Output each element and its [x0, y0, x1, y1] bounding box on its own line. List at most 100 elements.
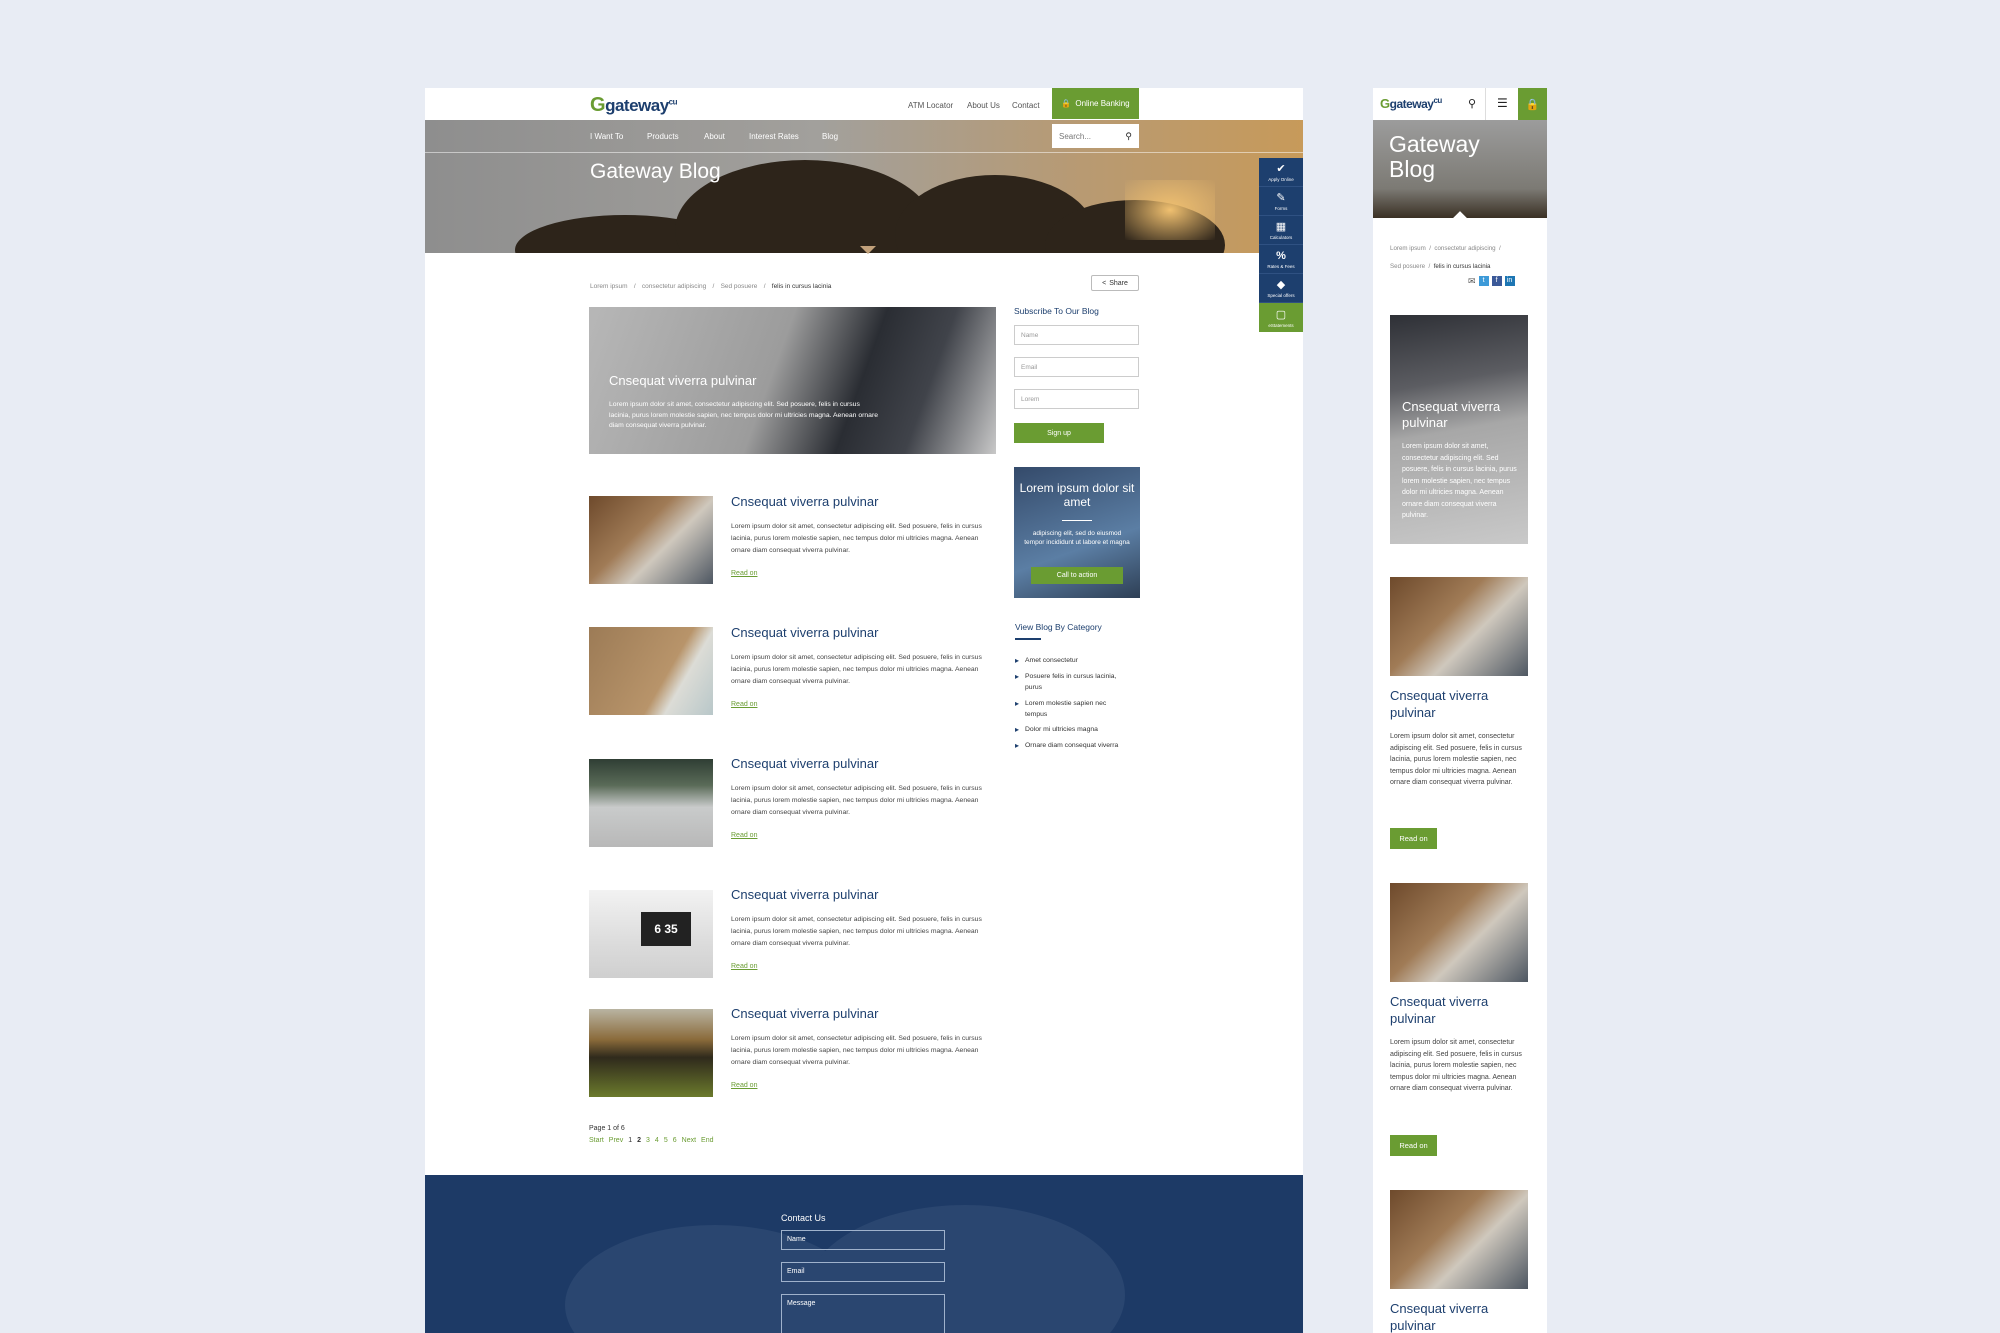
breadcrumb-current: felis in cursus lacinia: [771, 283, 832, 290]
search-icon[interactable]: ⚲: [1468, 97, 1476, 110]
page-start[interactable]: Start: [589, 1137, 604, 1144]
hero-notch: [860, 246, 876, 254]
post-description: Lorem ipsum dolor sit amet, consectetur …: [731, 785, 982, 816]
post-thumbnail[interactable]: [1390, 883, 1528, 982]
read-on-button[interactable]: Read on: [1390, 1135, 1437, 1156]
post-title[interactable]: Cnsequat viverra pulvinar: [1390, 688, 1528, 722]
nav-interest-rates[interactable]: Interest Rates: [749, 132, 799, 141]
page-title: Gateway Blog: [590, 160, 721, 183]
about-us-link[interactable]: About Us: [967, 101, 1000, 110]
read-on-button[interactable]: Read on: [1390, 828, 1437, 849]
post-thumbnail[interactable]: [589, 1009, 713, 1097]
contact-link[interactable]: Contact: [1012, 101, 1040, 110]
nav-products[interactable]: Products: [647, 132, 679, 141]
breadcrumb-item[interactable]: Lorem ipsum: [1390, 245, 1426, 252]
search-icon[interactable]: ⚲: [1125, 131, 1132, 142]
read-on-link[interactable]: Read on: [731, 1082, 757, 1089]
atm-locator-link[interactable]: ATM Locator: [908, 101, 953, 110]
post-thumbnail[interactable]: [589, 627, 713, 715]
breadcrumb-separator: /: [761, 283, 768, 290]
call-to-action-button[interactable]: Call to action: [1031, 567, 1123, 584]
category-item[interactable]: ▸ Lorem molestie sapien nec tempus: [1015, 699, 1130, 721]
category-item[interactable]: ▸ Posuere felis in cursus lacinia, purus: [1015, 672, 1130, 694]
category-item[interactable]: ▸ Dolor mi ultricies magna: [1015, 725, 1130, 736]
breadcrumb-item[interactable]: consectetur adipiscing: [1434, 245, 1495, 252]
linkedin-icon[interactable]: in: [1504, 276, 1515, 286]
footer-email-field[interactable]: Email: [781, 1262, 945, 1282]
page-2[interactable]: 2: [637, 1137, 641, 1144]
special-offers-button[interactable]: ◆ Special offers: [1259, 274, 1303, 303]
page-1[interactable]: 1: [628, 1137, 632, 1144]
logo[interactable]: Ggatewaycu: [590, 94, 678, 117]
category-item[interactable]: ▸ Ornare diam consequat viverra: [1015, 741, 1130, 752]
post-thumbnail[interactable]: [589, 496, 713, 584]
apply-online-button[interactable]: ✔ Apply Online: [1259, 158, 1303, 187]
facebook-icon[interactable]: f: [1491, 276, 1502, 286]
read-on-link[interactable]: Read on: [731, 963, 757, 970]
search-input[interactable]: Search... ⚲: [1052, 124, 1139, 148]
post-thumbnail[interactable]: [1390, 577, 1528, 676]
read-on-link[interactable]: Read on: [731, 832, 757, 839]
name-field[interactable]: Name: [1014, 325, 1139, 345]
estatements-button[interactable]: ▢ eStatements: [1259, 303, 1303, 332]
breadcrumb-item[interactable]: Sed posuere: [1390, 263, 1425, 270]
post-title[interactable]: Cnsequat viverra pulvinar: [731, 625, 878, 640]
online-banking-button[interactable]: 🔒 Online Banking: [1052, 88, 1139, 119]
page-next[interactable]: Next: [682, 1137, 696, 1144]
post-thumbnail[interactable]: [1390, 1190, 1528, 1289]
breadcrumb-item[interactable]: Sed posuere: [721, 283, 758, 290]
featured-post[interactable]: Cnsequat viverra pulvinar Lorem ipsum do…: [589, 307, 996, 454]
post-thumbnail[interactable]: [589, 759, 713, 847]
category-underline: [1015, 638, 1041, 640]
lorem-field[interactable]: Lorem: [1014, 389, 1139, 409]
footer-message-field[interactable]: Message: [781, 1294, 945, 1333]
breadcrumb-separator: /: [1425, 263, 1434, 270]
post-title[interactable]: Cnsequat viverra pulvinar: [731, 887, 878, 902]
mobile-logo[interactable]: Ggatewaycu: [1380, 96, 1442, 111]
page-6[interactable]: 6: [673, 1137, 677, 1144]
read-on-link[interactable]: Read on: [731, 570, 757, 577]
cta-title: Lorem ipsum dolor sit amet: [1019, 481, 1135, 510]
estatements-label: eStatements: [1268, 322, 1294, 328]
megaphone-icon: ▸: [1015, 725, 1020, 735]
post-title[interactable]: Cnsequat viverra pulvinar: [1390, 994, 1528, 1028]
page-end[interactable]: End: [701, 1137, 713, 1144]
nav-about[interactable]: About: [704, 132, 725, 141]
footer-title: Contact Us: [781, 1213, 826, 1223]
page-prev[interactable]: Prev: [609, 1137, 623, 1144]
share-button[interactable]: < Share: [1091, 275, 1139, 291]
forms-button[interactable]: ✎ Forms: [1259, 187, 1303, 216]
post-title[interactable]: Cnsequat viverra pulvinar: [1390, 1301, 1528, 1333]
check-icon: ✔: [1276, 163, 1286, 175]
menu-icon[interactable]: ☰: [1497, 96, 1508, 110]
post-title[interactable]: Cnsequat viverra pulvinar: [731, 494, 878, 509]
rates-fees-button[interactable]: % Rates & Fees: [1259, 245, 1303, 274]
sign-up-button[interactable]: Sign up: [1014, 423, 1104, 443]
footer-name-field[interactable]: Name: [781, 1230, 945, 1250]
nav-i-want-to[interactable]: I Want To: [590, 132, 623, 141]
logo-sup: cu: [668, 97, 678, 107]
mobile-hero: Gateway Blog: [1373, 120, 1547, 218]
post-thumbnail[interactable]: 6 35: [589, 890, 713, 978]
page-4[interactable]: 4: [655, 1137, 659, 1144]
category-label: Amet consectetur: [1025, 657, 1078, 664]
twitter-icon[interactable]: t: [1478, 276, 1489, 286]
page-5[interactable]: 5: [664, 1137, 668, 1144]
post-title[interactable]: Cnsequat viverra pulvinar: [731, 1006, 878, 1021]
breadcrumb-item[interactable]: Lorem ipsum: [590, 283, 628, 290]
social-icons: ✉ t f in: [1468, 276, 1515, 287]
featured-title: Cnsequat viverra pulvinar: [609, 373, 757, 388]
post-title[interactable]: Cnsequat viverra pulvinar: [731, 756, 878, 771]
read-on-link[interactable]: Read on: [731, 701, 757, 708]
lock-icon[interactable]: 🔒: [1518, 88, 1547, 120]
mail-icon[interactable]: ✉: [1468, 276, 1476, 287]
category-item[interactable]: ▸ Amet consectetur: [1015, 656, 1130, 667]
email-field[interactable]: Email: [1014, 357, 1139, 377]
nav-blog[interactable]: Blog: [822, 132, 838, 141]
page-3[interactable]: 3: [646, 1137, 650, 1144]
mobile-featured-post[interactable]: Cnsequat viverra pulvinar Lorem ipsum do…: [1390, 315, 1528, 544]
mobile-breadcrumb: Lorem ipsum / consectetur adipiscing / Se…: [1390, 237, 1535, 273]
megaphone-icon: ▸: [1015, 671, 1020, 681]
breadcrumb-item[interactable]: consectetur adipiscing: [642, 283, 706, 290]
calculators-button[interactable]: ▦ Calculators: [1259, 216, 1303, 245]
